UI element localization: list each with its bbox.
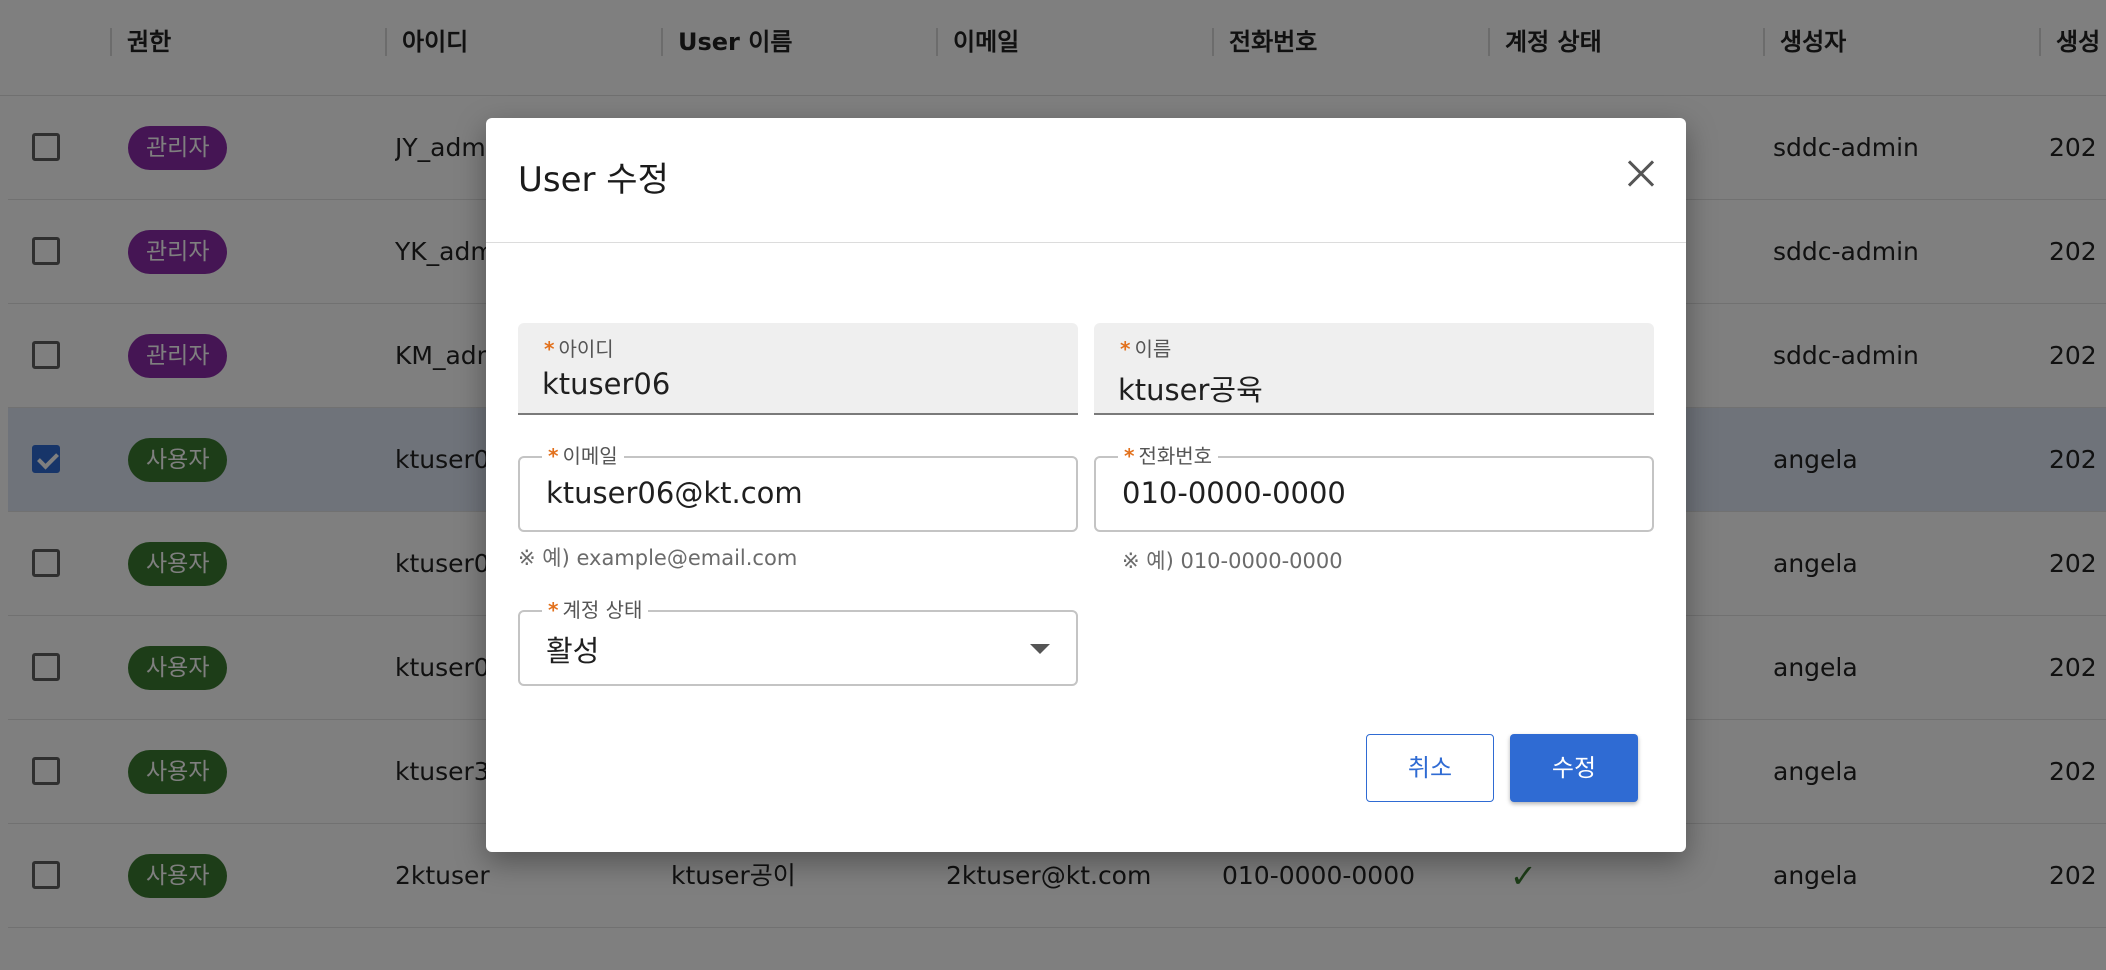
close-icon[interactable] [1616, 148, 1668, 200]
dialog-title: User 수정 [518, 160, 669, 200]
phone-value: 010-0000-0000 [1122, 476, 1346, 510]
phone-helper-text: ※ 예) 010-0000-0000 [1122, 549, 1343, 573]
id-field[interactable]: * 아이디 ktuser06 [518, 323, 1078, 415]
required-mark: * [1120, 337, 1131, 361]
phone-field[interactable]: * 전화번호 010-0000-0000 [1094, 442, 1654, 532]
status-select[interactable]: * 계정 상태 활성 [518, 596, 1078, 686]
email-label: 이메일 [562, 444, 618, 468]
required-mark: * [548, 598, 559, 622]
name-field[interactable]: * 이름 ktuser공육 [1094, 323, 1654, 415]
required-mark: * [1124, 444, 1135, 468]
email-helper-text: ※ 예) example@email.com [518, 546, 798, 570]
name-value: ktuser공육 [1118, 373, 1263, 407]
email-field[interactable]: * 이메일 ktuser06@kt.com [518, 442, 1078, 532]
edit-user-dialog: User 수정 * 아이디 ktuser06 * 이름 ktuser공육 * 이메일 … [486, 118, 1686, 852]
phone-label: 전화번호 [1138, 444, 1213, 468]
status-label: 계정 상태 [562, 598, 643, 622]
status-value: 활성 [546, 634, 600, 668]
required-mark: * [548, 444, 559, 468]
name-label: 이름 [1134, 337, 1172, 361]
required-mark: * [544, 337, 555, 361]
dialog-header: User 수정 [486, 118, 1686, 243]
chevron-down-icon[interactable] [1030, 644, 1050, 654]
cancel-button[interactable]: 취소 [1366, 734, 1494, 802]
submit-button[interactable]: 수정 [1510, 734, 1638, 802]
id-value: ktuser06 [542, 367, 671, 401]
id-label: 아이디 [558, 337, 614, 361]
email-value: ktuser06@kt.com [546, 476, 803, 510]
